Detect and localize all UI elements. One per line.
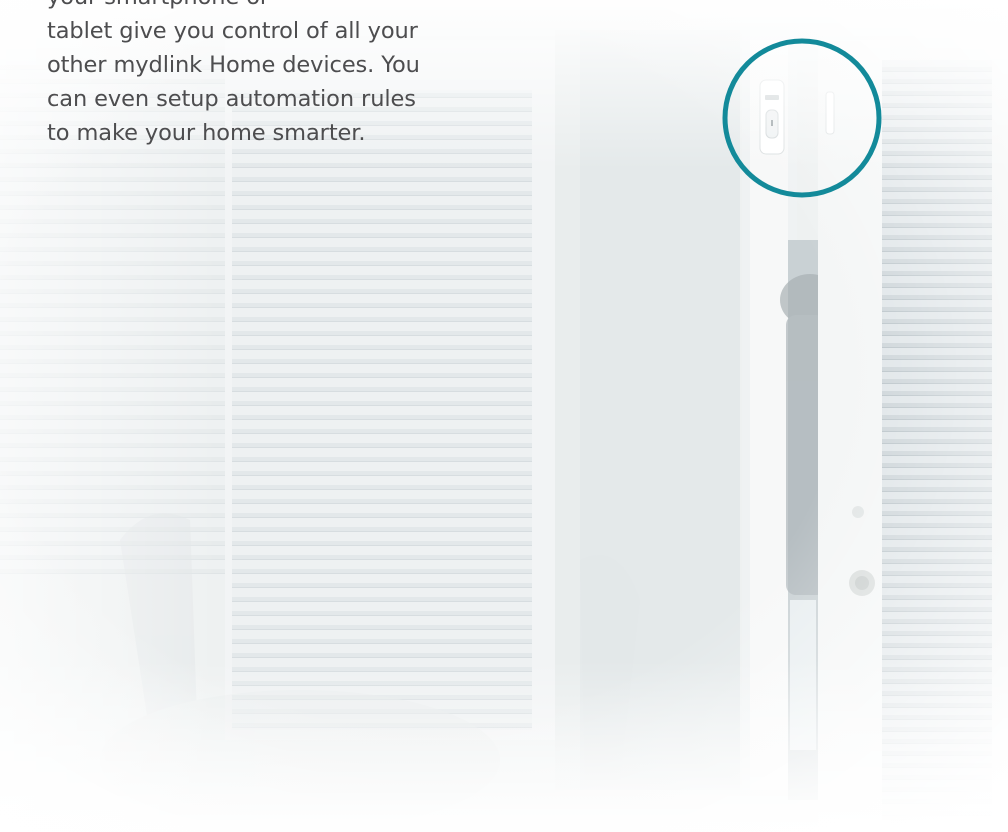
description-line: to make your home smarter. [47,120,366,146]
description-line: can even setup automation rules [47,86,416,112]
description-text: your smartphone or tablet give you contr… [47,0,507,150]
description-line: other mydlink Home devices. You [47,52,420,78]
page: your smartphone or tablet give you contr… [0,0,1008,832]
description-line: your smartphone or [47,0,507,14]
description-line: tablet give you control of all your [47,18,418,44]
